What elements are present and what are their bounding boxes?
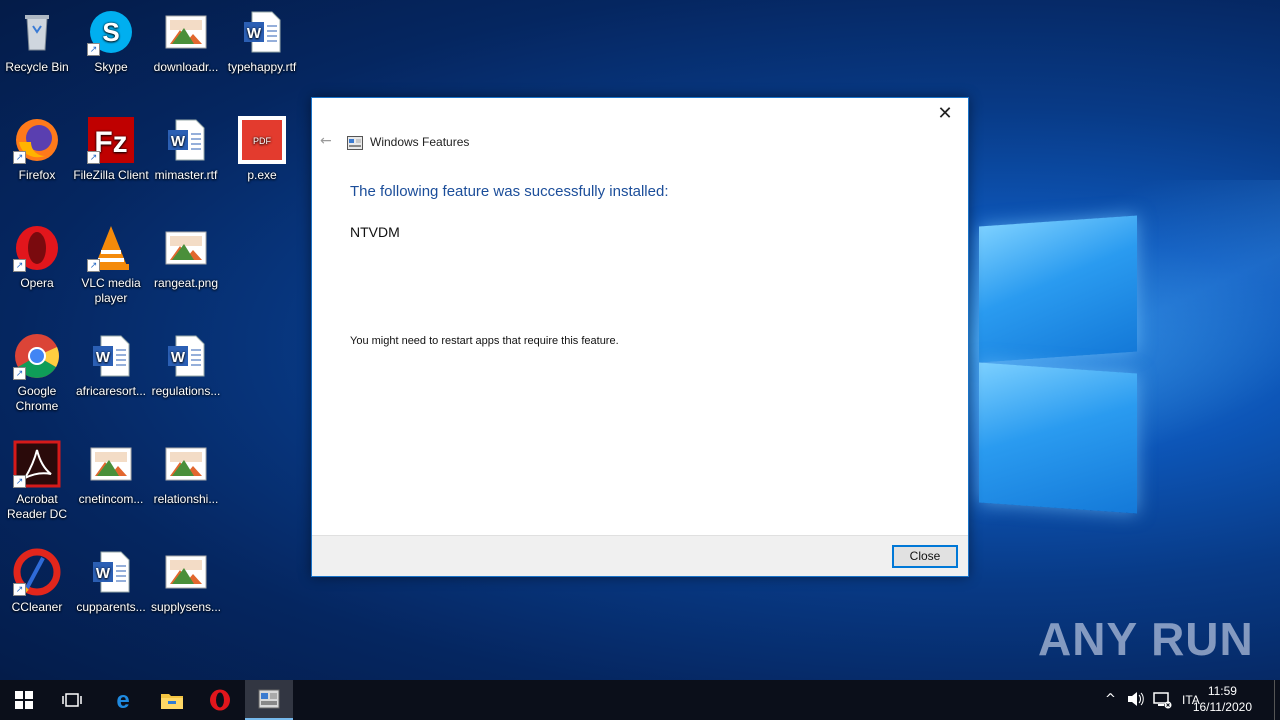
desktop-icon-label: regulations... [151, 384, 221, 398]
desktop-icon-label: cupparents... [76, 600, 146, 614]
desktop-icon-label: p.exe [247, 168, 277, 182]
close-button[interactable]: Close [892, 545, 958, 568]
back-arrow-icon[interactable]: ← [320, 133, 332, 149]
dialog-close-x-button[interactable]: ✕ [930, 102, 960, 126]
desktop-icon-africaresort[interactable]: W africaresort... [73, 332, 149, 399]
desktop-icon-firefox[interactable]: ↗ Firefox [0, 116, 75, 183]
ccleaner-icon: ↗ [13, 548, 61, 596]
skype-icon: S ↗ [87, 8, 135, 56]
desktop-icon-label: typehappy.rtf [227, 60, 297, 74]
desktop-icon-recycle-bin[interactable]: Recycle Bin [0, 8, 75, 75]
windows-start-icon [15, 691, 33, 709]
desktop-icon-rangeat[interactable]: rangeat.png [148, 224, 224, 291]
desktop-icon-supplysens[interactable]: supplysens... [148, 548, 224, 615]
image-file-icon [162, 440, 210, 488]
desktop-icon-chrome[interactable]: ↗ Google Chrome [0, 332, 75, 414]
success-heading: The following feature was successfully i… [350, 183, 669, 200]
restart-note: You might need to restart apps that requ… [350, 335, 619, 347]
image-file-icon [162, 224, 210, 272]
chrome-icon: ↗ [13, 332, 61, 380]
anyrun-watermark: ANY RUN [1038, 613, 1254, 665]
windows-features-icon [347, 135, 363, 150]
desktop-icon-label: VLC media player [81, 276, 141, 305]
system-clock[interactable]: 11:59 16/11/2020 [1193, 683, 1252, 715]
desktop-icon-skype[interactable]: S ↗ Skype [73, 8, 149, 75]
word-document-icon: W [87, 548, 135, 596]
word-document-icon: W [162, 116, 210, 164]
desktop-icon-typehappy[interactable]: W typehappy.rtf [224, 8, 300, 75]
folder-icon [161, 694, 183, 709]
network-icon[interactable] [1152, 691, 1172, 713]
desktop-icon-filezilla[interactable]: Fz ↗ FileZilla Client [73, 116, 149, 183]
taskbar: e ^ ITA 11:59 16/11/2020 [0, 680, 1280, 720]
desktop-icon-p-exe[interactable]: PDF p.exe [224, 116, 300, 183]
image-file-icon [162, 8, 210, 56]
word-document-icon: W [162, 332, 210, 380]
desktop-icon-cupparents[interactable]: W cupparents... [73, 548, 149, 615]
vlc-icon: ↗ [87, 224, 135, 272]
task-view-button[interactable] [48, 680, 96, 720]
desktop-icon-ccleaner[interactable]: ↗ CCleaner [0, 548, 75, 615]
desktop-icon-relationshi[interactable]: relationshi... [148, 440, 224, 507]
desktop-icon-label: CCleaner [11, 600, 63, 614]
svg-text:W: W [171, 133, 186, 150]
desktop-icon-label: supplysens... [150, 600, 222, 614]
taskbar-file-explorer[interactable] [148, 680, 196, 720]
clock-date: 16/11/2020 [1192, 700, 1252, 714]
taskbar-opera[interactable] [196, 680, 244, 720]
dialog-footer: Close [312, 535, 968, 576]
dialog-title: Windows Features [370, 135, 470, 149]
desktop-icon-label: FileZilla Client [73, 168, 149, 182]
speaker-icon[interactable] [1127, 691, 1145, 711]
desktop-icon-label: Firefox [18, 168, 56, 182]
svg-text:W: W [247, 25, 262, 42]
svg-text:W: W [96, 349, 111, 366]
svg-text:W: W [171, 349, 186, 366]
desktop-icon-acrobat[interactable]: ↗ Acrobat Reader DC [0, 440, 75, 522]
task-view-icon [62, 693, 82, 707]
clock-time: 11:59 [1207, 684, 1237, 698]
tray-chevron-up-icon[interactable]: ^ [1105, 692, 1116, 707]
desktop-icon-label: africaresort... [75, 384, 147, 398]
svg-text:e: e [116, 688, 129, 712]
desktop-icon-label: downloadr... [153, 60, 219, 74]
word-document-icon: W [87, 332, 135, 380]
taskbar-edge[interactable]: e [99, 680, 147, 720]
desktop-icon-label: relationshi... [153, 492, 219, 506]
desktop-icon-label: cnetincom... [78, 492, 144, 506]
taskbar-windows-features[interactable] [245, 680, 293, 720]
desktop-icon-opera[interactable]: ↗ Opera [0, 224, 75, 291]
recycle-bin-icon [13, 8, 61, 56]
acrobat-icon: ↗ [13, 440, 61, 488]
opera-icon: ↗ [13, 224, 61, 272]
desktop-icon-label: Recycle Bin [5, 60, 69, 74]
desktop-icon-label: Skype [94, 60, 128, 74]
image-file-icon [87, 440, 135, 488]
windows-features-icon [258, 689, 280, 709]
image-file-icon [162, 548, 210, 596]
desktop-icon-label: Google Chrome [15, 384, 59, 413]
windows-features-dialog: ✕ ← Windows Features The following featu… [311, 97, 969, 577]
desktop-icon-mimaster[interactable]: W mimaster.rtf [148, 116, 224, 183]
show-desktop-button[interactable] [1274, 680, 1280, 720]
installed-feature-name: NTVDM [350, 224, 400, 240]
desktop-icon-vlc[interactable]: ↗ VLC media player [73, 224, 149, 306]
desktop-icon-regulations[interactable]: W regulations... [148, 332, 224, 399]
pdf-badge-text: PDF [253, 136, 272, 146]
desktop-icon-label: mimaster.rtf [154, 168, 218, 182]
pdf-icon: PDF [238, 116, 286, 164]
filezilla-icon: Fz ↗ [87, 116, 135, 164]
svg-text:S: S [102, 17, 119, 47]
start-button[interactable] [0, 680, 48, 720]
desktop-icon-downloadr[interactable]: downloadr... [148, 8, 224, 75]
edge-icon: e [116, 688, 129, 712]
opera-icon [210, 689, 230, 711]
desktop-icon-label: Acrobat Reader DC [6, 492, 68, 521]
desktop-icon-label: Opera [20, 276, 54, 290]
svg-text:W: W [96, 565, 111, 582]
firefox-icon: ↗ [13, 116, 61, 164]
word-document-icon: W [238, 8, 286, 56]
desktop-icon-label: rangeat.png [153, 276, 219, 290]
desktop-icon-cnetincom[interactable]: cnetincom... [73, 440, 149, 507]
